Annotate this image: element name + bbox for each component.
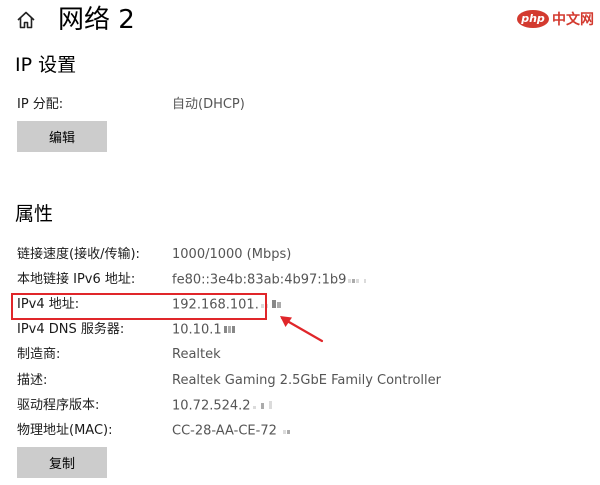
site-watermark: php 中文网 [517, 9, 594, 29]
ip-assignment-value: 自动(DHCP) [172, 97, 245, 112]
description-value: Realtek Gaming 2.5GbE Family Controller [172, 373, 441, 388]
ipv6-address-value: fe80::3e4b:83ab:4b97:1b9 [172, 272, 347, 288]
annotation-arrow-icon [280, 316, 324, 343]
link-speed-label: 链接速度(接收/传输): [17, 247, 140, 262]
watermark-text: 中文网 [552, 12, 594, 28]
redaction-mark [223, 321, 236, 339]
mac-address-value-wrap: CC-28-AA-CE-72 [172, 422, 291, 441]
ipv6-address-label: 本地链接 IPv6 地址: [17, 272, 136, 287]
ip-assignment-label: IP 分配: [17, 97, 64, 112]
mac-address-value: CC-28-AA-CE-72 [172, 423, 277, 439]
ip-settings-heading: IP 设置 [15, 54, 77, 76]
redaction-mark [282, 422, 291, 440]
page-title: 网络 2 [58, 5, 135, 35]
watermark-logo: php [517, 10, 549, 28]
home-icon[interactable] [15, 9, 37, 31]
ipv4-dns-value-wrap: 10.10.1 [172, 321, 236, 340]
manufacturer-label: 制造商: [17, 347, 61, 362]
ipv4-dns-value: 10.10.1 [172, 322, 222, 338]
ipv4-highlight-box [11, 293, 267, 320]
driver-version-value: 10.72.524.2 [172, 398, 251, 414]
driver-version-label: 驱动程序版本: [17, 398, 100, 413]
network-properties-page: 网络 2 php 中文网 IP 设置 IP 分配: 自动(DHCP) 编辑 属性… [0, 0, 600, 485]
mac-address-label: 物理地址(MAC): [17, 423, 113, 438]
copy-button[interactable]: 复制 [17, 447, 107, 478]
manufacturer-value: Realtek [172, 347, 221, 362]
link-speed-value: 1000/1000 (Mbps) [172, 247, 292, 262]
redaction-mark [252, 397, 273, 415]
edit-button[interactable]: 编辑 [17, 121, 107, 152]
ipv4-dns-label: IPv4 DNS 服务器: [17, 322, 125, 337]
redaction-mark [348, 271, 367, 289]
driver-version-value-wrap: 10.72.524.2 [172, 397, 273, 416]
description-label: 描述: [17, 373, 48, 388]
ipv6-address-value-wrap: fe80::3e4b:83ab:4b97:1b9 [172, 271, 367, 290]
properties-heading: 属性 [15, 203, 54, 225]
